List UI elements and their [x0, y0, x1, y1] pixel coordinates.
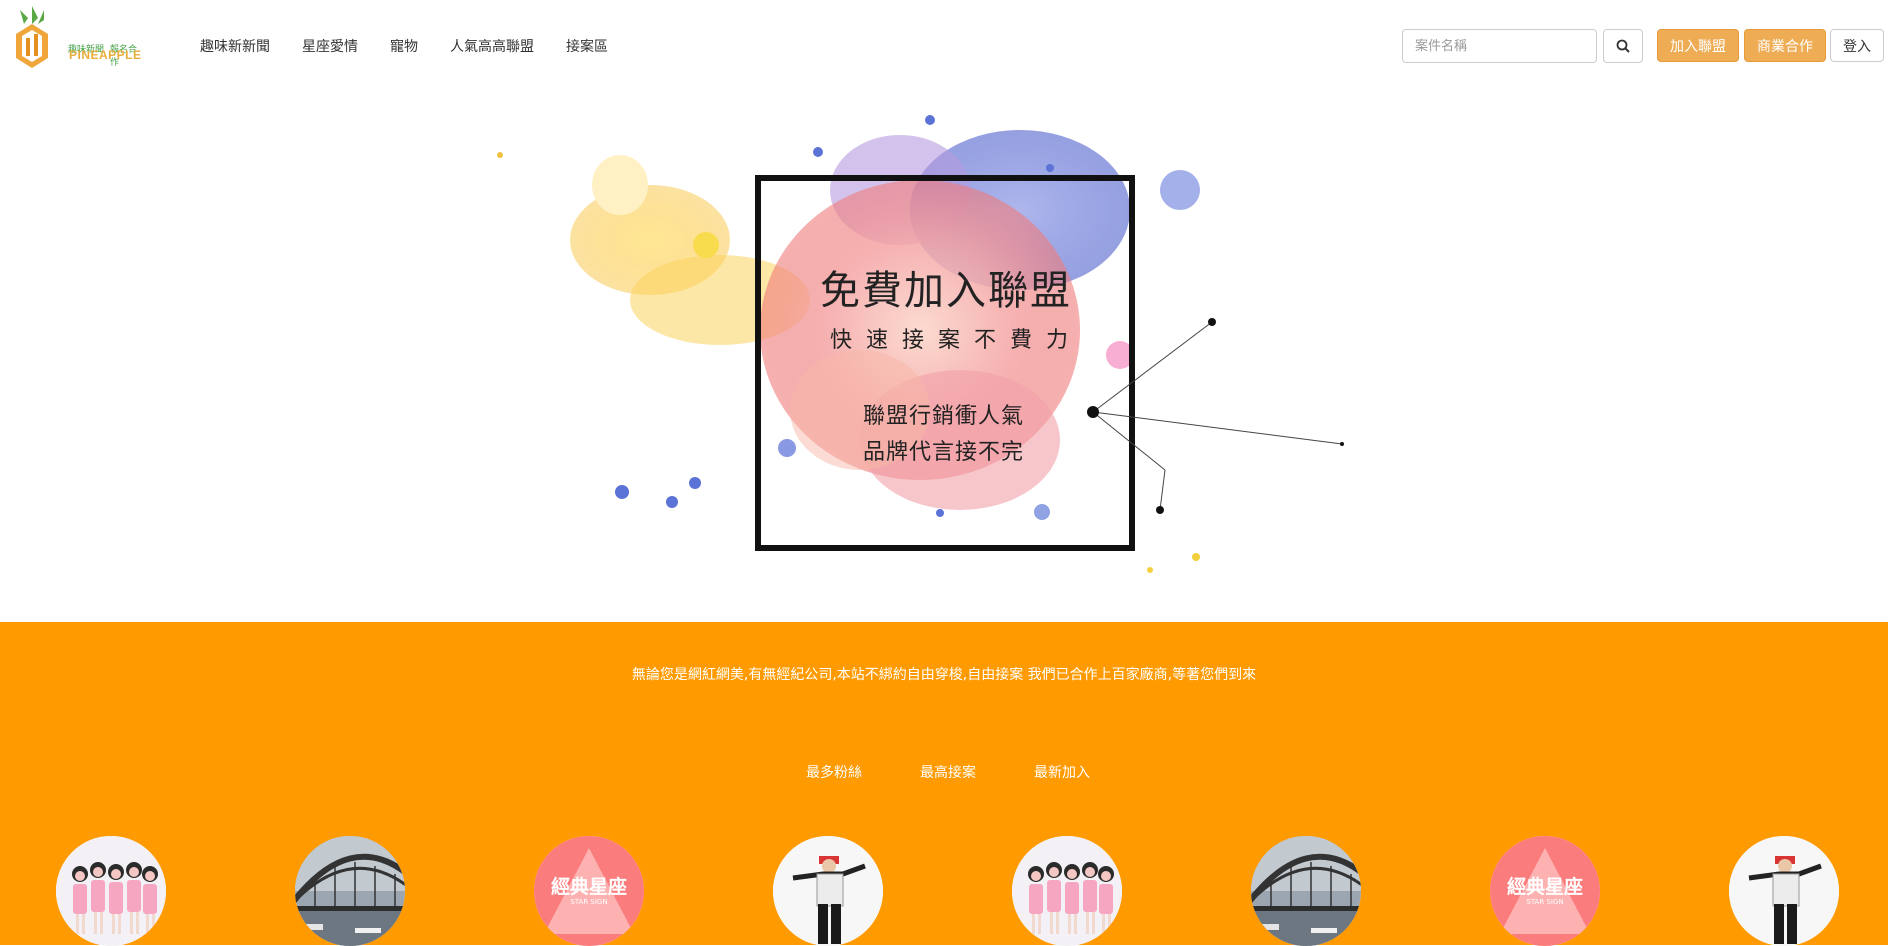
- avatar-dancer[interactable]: [1729, 836, 1839, 946]
- join-league-button[interactable]: 加入聯盟: [1657, 29, 1739, 62]
- avatar-star-sign[interactable]: 經典星座 STAR SIGN: [1490, 836, 1600, 946]
- main-nav: 趣味新新聞 星座愛情 寵物 人氣高高聯盟 接案區: [200, 36, 640, 56]
- nav-fun-news[interactable]: 趣味新新聞: [200, 36, 270, 56]
- tab-most-fans[interactable]: 最多粉絲: [806, 762, 862, 782]
- search-input[interactable]: [1402, 29, 1597, 63]
- business-cooperation-button[interactable]: 商業合作: [1744, 29, 1826, 62]
- hero-line-2: 品牌代言接不完: [863, 440, 1025, 465]
- search-icon: [1616, 39, 1630, 53]
- avatar-girls-group[interactable]: [1012, 836, 1122, 946]
- intro-text: 無論您是網紅網美,有無經紀公司,本站不綁約自由穿梭,自由接案 我們已合作上百家廠…: [631, 667, 1257, 683]
- pineapple-logo[interactable]: 趣味新聞 報名合作 PINEAPPLE: [14, 6, 144, 70]
- hero-line-1: 聯盟行銷衝人氣: [863, 404, 1025, 429]
- logo-wordmark: PINEAPPLE: [69, 48, 142, 62]
- avatar-bridge[interactable]: [295, 836, 405, 946]
- pineapple-logo-mark: [16, 6, 48, 68]
- avatar-carousel: 經典星座 STAR SIGN 經典星座 STAR SIGN: [0, 836, 1888, 946]
- site-header: 趣味新聞 報名合作 PINEAPPLE 趣味新新聞 星座愛情 寵物 人氣高高聯盟…: [0, 0, 1888, 90]
- tab-top-jobs[interactable]: 最高接案: [920, 762, 976, 782]
- avatar-dancer[interactable]: [773, 836, 883, 946]
- nav-job-area[interactable]: 接案區: [566, 36, 608, 56]
- dancer-image: [1729, 836, 1839, 946]
- avatar-star-sign[interactable]: 經典星座 STAR SIGN: [534, 836, 644, 946]
- star-sign-title: 經典星座: [1506, 876, 1583, 898]
- nav-horoscope-love[interactable]: 星座愛情: [302, 36, 358, 56]
- star-sign-subtitle: STAR SIGN: [1526, 898, 1564, 906]
- hero-title: 免費加入聯盟: [820, 268, 1072, 314]
- watercolor-splash-graphic: [497, 115, 1344, 573]
- bridge-image: [1251, 836, 1361, 946]
- girls-group-image: [56, 836, 166, 946]
- featured-section: 無論您是網紅網美,有無經紀公司,本站不綁約自由穿梭,自由接案 我們已合作上百家廠…: [0, 622, 1888, 946]
- avatar-bridge[interactable]: [1251, 836, 1361, 946]
- bridge-image: [295, 836, 405, 946]
- login-button[interactable]: 登入: [1830, 29, 1884, 62]
- hero-subtitle: 快速接案不費力: [830, 328, 1083, 353]
- girls-group-image: [1012, 836, 1122, 946]
- nav-pets[interactable]: 寵物: [390, 36, 418, 56]
- nav-popular-league[interactable]: 人氣高高聯盟: [450, 36, 534, 56]
- hero-banner: 免費加入聯盟 快速接案不費力 聯盟行銷衝人氣 品牌代言接不完: [0, 90, 1888, 622]
- avatar-girls-group[interactable]: [56, 836, 166, 946]
- star-sign-title: 經典星座: [550, 876, 627, 898]
- dancer-image: [773, 836, 883, 946]
- ranking-tabs: 最多粉絲 最高接案 最新加入: [0, 762, 1888, 782]
- search-button[interactable]: [1603, 29, 1643, 63]
- tab-newest[interactable]: 最新加入: [1034, 762, 1090, 782]
- star-sign-subtitle: STAR SIGN: [570, 898, 608, 906]
